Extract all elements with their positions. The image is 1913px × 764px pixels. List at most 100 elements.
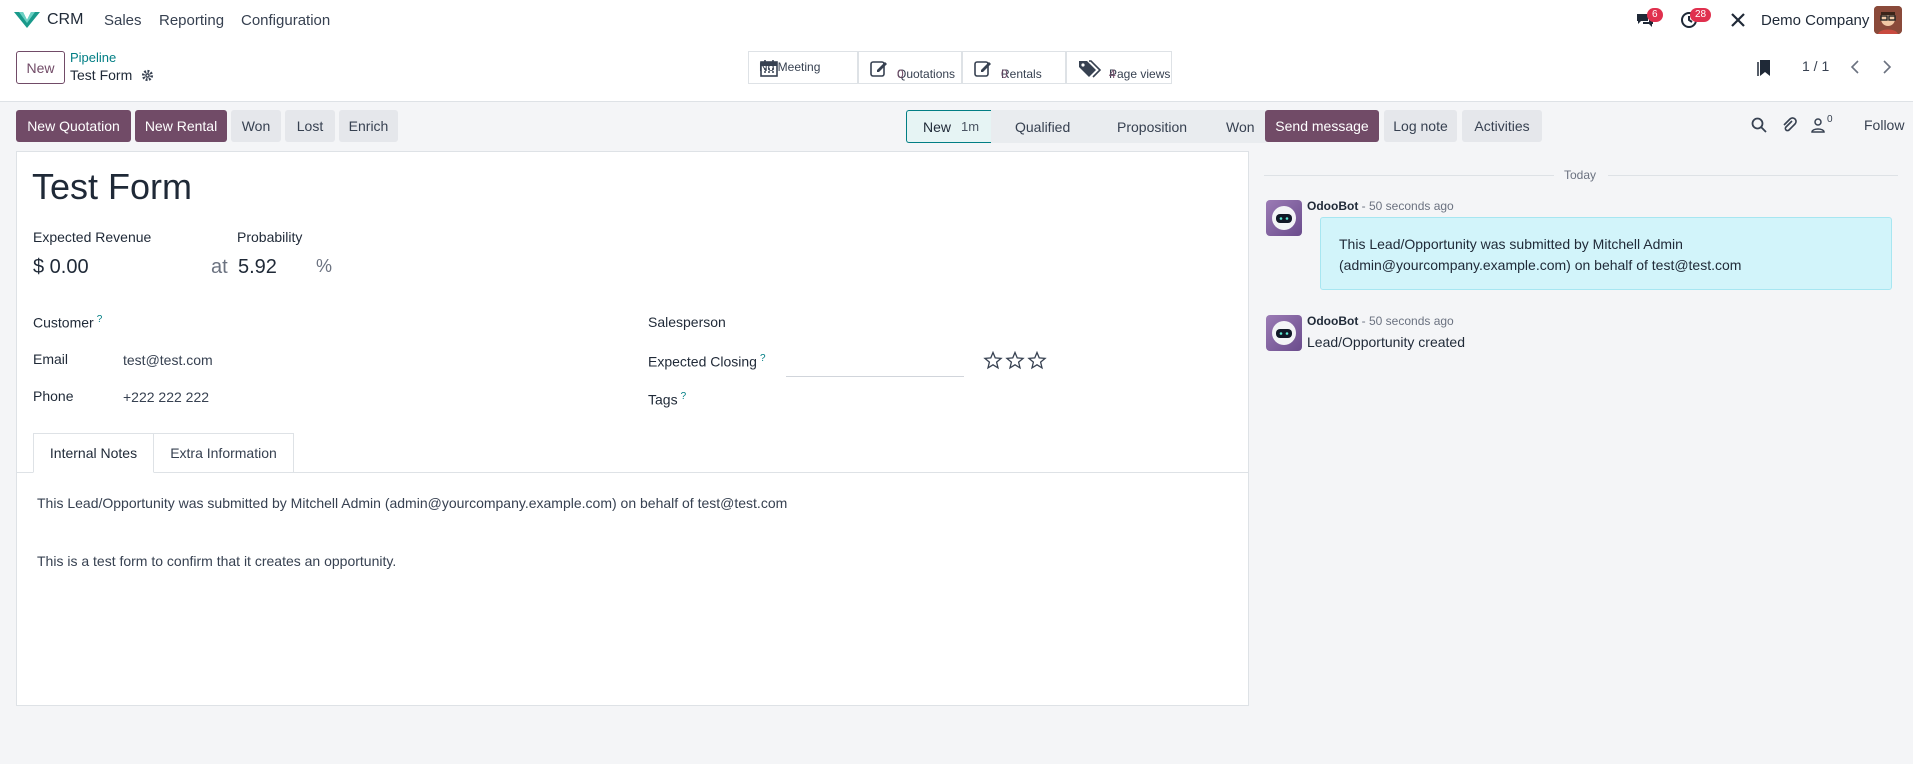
expected-revenue-label: Expected Revenue — [33, 229, 152, 245]
customer-label-text: Customer — [33, 314, 94, 331]
stage-proposition-label: Proposition — [1117, 118, 1188, 135]
paperclip-icon[interactable] — [1781, 117, 1797, 133]
opportunity-title[interactable]: Test Form — [32, 166, 192, 208]
top-navbar: CRM Sales Reporting Configuration 6 28 D… — [0, 0, 1913, 40]
email-label: Email — [33, 351, 69, 367]
user-avatar[interactable] — [1874, 6, 1902, 34]
author-name[interactable]: OdooBot — [1307, 314, 1358, 328]
phone-field[interactable]: +222 222 222 — [123, 389, 209, 405]
expected-closing-input[interactable] — [786, 376, 964, 377]
new-button[interactable]: New — [16, 51, 65, 84]
email-field[interactable]: test@test.com — [123, 352, 213, 368]
followers-count: 0 — [1827, 114, 1833, 125]
odoobot-avatar[interactable] — [1266, 315, 1302, 351]
messages-badge: 6 — [1647, 8, 1663, 22]
tools-icon[interactable] — [1730, 12, 1746, 28]
followers-icon[interactable] — [1810, 117, 1826, 133]
stage-new-duration: 1m — [961, 119, 980, 134]
stage-proposition[interactable]: Proposition — [1089, 110, 1200, 143]
stage-won-label: Won — [1226, 118, 1255, 135]
at-separator: at — [211, 256, 228, 278]
follow-button[interactable]: Follow — [1864, 117, 1904, 133]
probability-field[interactable]: 5.92 — [238, 256, 277, 279]
tab-internal-notes[interactable]: Internal Notes — [33, 433, 154, 473]
pager-previous-button[interactable] — [1840, 52, 1870, 82]
salesperson-label: Salesperson — [648, 314, 726, 330]
internal-note-line-1[interactable]: This Lead/Opportunity was submitted by M… — [37, 495, 787, 511]
app-name[interactable]: CRM — [47, 11, 83, 29]
quotations-smart-button[interactable]: Quotations 0 — [858, 51, 962, 84]
new-rental-button[interactable]: New Rental — [135, 110, 227, 142]
message-body: Lead/Opportunity created — [1307, 334, 1465, 350]
priority-stars[interactable] — [983, 351, 1049, 371]
rentals-count: 0 — [1001, 66, 1008, 81]
search-icon[interactable] — [1751, 117, 1767, 133]
pager-next-button[interactable] — [1872, 52, 1902, 82]
internal-note-line-2[interactable]: This is a test form to confirm that it c… — [37, 553, 396, 569]
stage-new-label: New — [923, 118, 952, 135]
stage-qualified-label: Qualified — [1015, 118, 1071, 135]
meeting-smart-button[interactable]: No Meeting — [748, 51, 858, 84]
edit-document-icon — [974, 60, 991, 77]
log-note-button[interactable]: Log note — [1384, 110, 1457, 142]
expected-closing-label-text: Expected Closing — [648, 353, 757, 370]
page-views-label: Page views — [1109, 66, 1171, 81]
activities-button[interactable]: Activities — [1462, 110, 1542, 142]
menu-sales[interactable]: Sales — [104, 12, 142, 29]
bookmark-icon[interactable] — [1757, 59, 1773, 77]
menu-configuration[interactable]: Configuration — [241, 12, 330, 29]
quotations-count: 0 — [897, 66, 904, 81]
stage-statusbar: New 1m Qualified Proposition Won — [906, 110, 1267, 143]
send-message-button[interactable]: Send message — [1265, 110, 1379, 142]
message-author: OdooBot - 50 seconds ago — [1307, 199, 1454, 213]
tags-icon — [1079, 59, 1101, 78]
date-separator-label: Today — [1564, 168, 1597, 182]
meeting-label: No Meeting — [759, 60, 821, 74]
author-name[interactable]: OdooBot — [1307, 199, 1358, 213]
gear-icon[interactable] — [141, 69, 154, 82]
chevron-right-icon — [1883, 60, 1892, 74]
percent-sign: % — [316, 256, 333, 276]
star-icon[interactable] — [1005, 351, 1025, 370]
tags-label-text: Tags — [648, 391, 678, 408]
pager-value[interactable]: 1 / 1 — [1802, 58, 1829, 74]
probability-label: Probability — [237, 229, 303, 245]
stage-won[interactable]: Won — [1200, 110, 1267, 143]
won-button[interactable]: Won — [231, 110, 281, 142]
expected-revenue-field[interactable]: $ 0.00 — [33, 256, 89, 279]
tab-extra-information[interactable]: Extra Information — [154, 433, 294, 473]
message-time: - 50 seconds ago — [1361, 199, 1454, 213]
menu-reporting[interactable]: Reporting — [159, 12, 224, 29]
chevron-left-icon — [1850, 60, 1859, 74]
quotations-label: Quotations — [897, 66, 956, 81]
rentals-smart-button[interactable]: Rentals 0 — [962, 51, 1066, 84]
customer-help-icon[interactable]: ? — [97, 314, 103, 325]
date-separator: Today — [1264, 168, 1904, 182]
breadcrumb-pipeline[interactable]: Pipeline — [70, 50, 116, 65]
stage-qualified[interactable]: Qualified — [991, 110, 1089, 143]
customer-label: Customer? — [33, 314, 102, 331]
new-quotation-button[interactable]: New Quotation — [16, 110, 131, 142]
enrich-button[interactable]: Enrich — [339, 110, 398, 142]
stage-new[interactable]: New 1m — [906, 110, 992, 143]
expected-closing-help-icon[interactable]: ? — [760, 353, 766, 364]
expected-closing-label: Expected Closing? — [648, 353, 766, 370]
message-time: - 50 seconds ago — [1361, 314, 1454, 328]
company-switcher[interactable]: Demo Company — [1761, 12, 1869, 29]
star-icon[interactable] — [1027, 351, 1047, 370]
star-icon[interactable] — [983, 351, 1003, 370]
lost-button[interactable]: Lost — [285, 110, 335, 142]
message-bubble: This Lead/Opportunity was submitted by M… — [1320, 217, 1892, 290]
form-sheet — [16, 151, 1249, 706]
page-views-smart-button[interactable]: Page views 4 — [1066, 51, 1172, 84]
phone-label: Phone — [33, 388, 74, 404]
message-author: OdooBot - 50 seconds ago — [1307, 314, 1454, 328]
breadcrumb-current: Test Form — [70, 67, 133, 83]
tags-help-icon[interactable]: ? — [681, 391, 687, 402]
tags-label: Tags? — [648, 391, 686, 408]
crm-logo-icon[interactable] — [14, 11, 40, 29]
activities-badge: 28 — [1690, 8, 1712, 22]
odoobot-avatar[interactable] — [1266, 200, 1302, 236]
page-views-count: 4 — [1109, 66, 1116, 81]
separator-line — [1608, 175, 1898, 176]
